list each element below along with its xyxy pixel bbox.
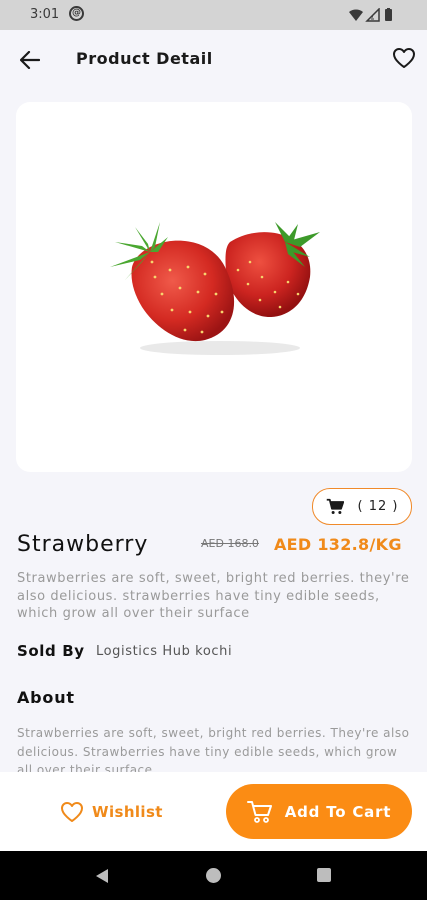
nav-home-icon[interactable]: [206, 868, 221, 883]
product-name: Strawberry: [17, 532, 149, 557]
battery-icon: [385, 9, 392, 21]
cart-outline-icon: [246, 800, 272, 823]
wifi-icon: [349, 9, 363, 21]
add-to-cart-label: Add To Cart: [284, 802, 392, 821]
wishlist-button[interactable]: Wishlist: [60, 796, 163, 828]
sold-by-label: Sold By: [17, 642, 85, 660]
at-icon: @: [69, 6, 84, 21]
bottom-action-bar: Wishlist Add To Cart: [0, 772, 427, 851]
about-heading: About: [17, 688, 75, 707]
about-text: Strawberries are soft, sweet, bright red…: [17, 726, 410, 772]
heart-outline-icon: [393, 48, 415, 68]
system-nav-bar: [0, 851, 427, 900]
cart-icon: [326, 498, 344, 514]
status-bar: 3:01 @: [0, 0, 427, 30]
strawberry-image: [110, 222, 320, 355]
add-to-cart-button[interactable]: Add To Cart: [226, 784, 412, 839]
back-button[interactable]: [14, 44, 46, 76]
product-price: AED 132.8/KG: [274, 535, 402, 554]
product-short-description: Strawberries are soft, sweet, bright red…: [17, 571, 410, 621]
product-image-card: [16, 102, 412, 472]
favorite-button[interactable]: [389, 43, 419, 73]
nav-recents-icon[interactable]: [317, 868, 331, 882]
heart-outline-icon: [61, 802, 83, 822]
wishlist-label: Wishlist: [92, 803, 163, 821]
about-section: Strawberries are soft, sweet, bright red…: [17, 724, 413, 772]
app-header: Product Detail: [0, 30, 427, 88]
status-icons: [349, 8, 392, 22]
nav-back-icon[interactable]: [95, 868, 109, 884]
old-price: AED 168.0: [201, 537, 259, 550]
seller-name: Logistics Hub kochi: [96, 644, 233, 659]
page-title: Product Detail: [76, 49, 213, 68]
arrow-left-icon: [20, 51, 40, 69]
cart-count-text: ( 12 ): [357, 499, 399, 514]
cart-count-pill[interactable]: ( 12 ): [312, 488, 412, 525]
status-time: 3:01: [30, 7, 60, 22]
